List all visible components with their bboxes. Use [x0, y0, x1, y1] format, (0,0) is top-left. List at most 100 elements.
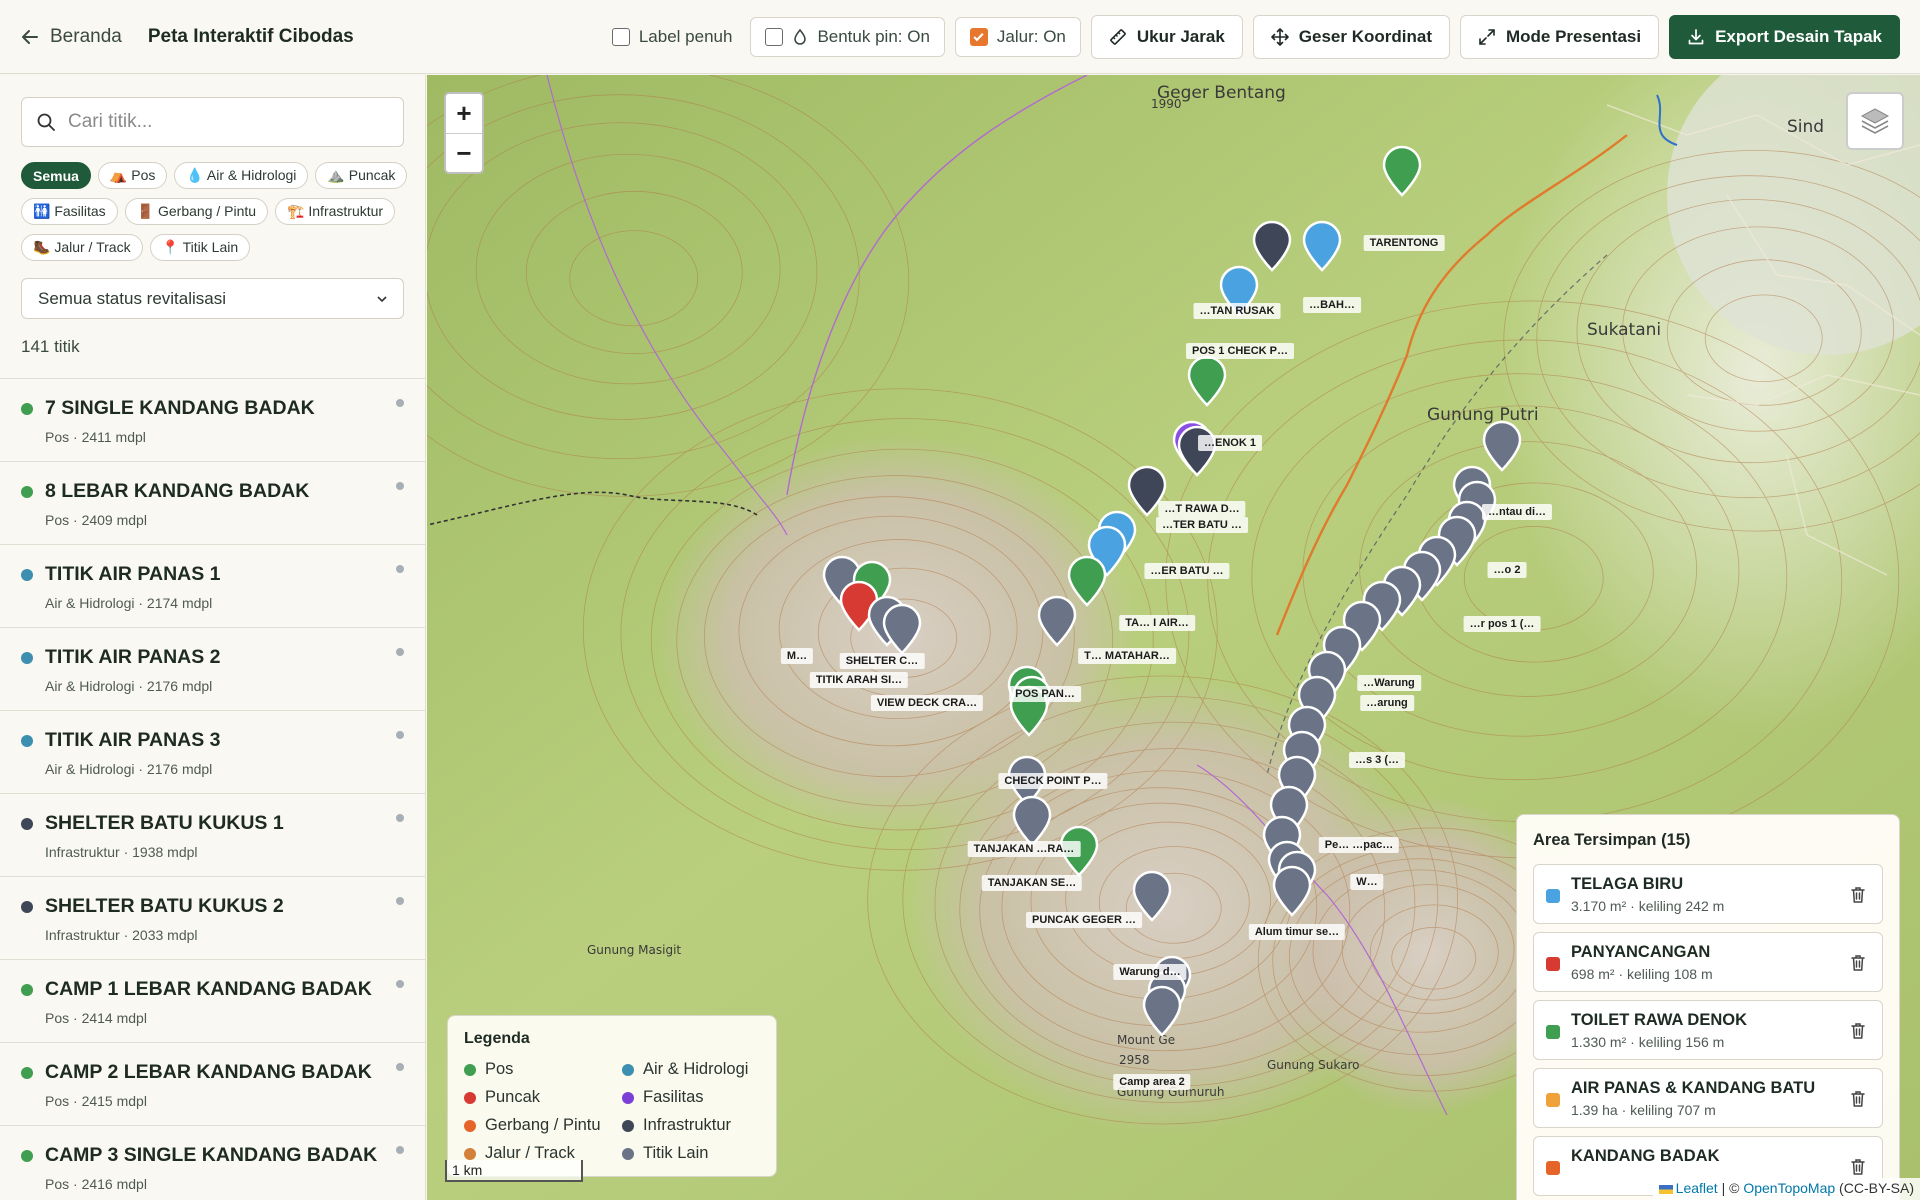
map-pin-icon[interactable]	[1382, 145, 1422, 197]
chip-water[interactable]: 💧 Air & Hidrologi	[174, 162, 309, 189]
marker-label[interactable]: TANJAKAN SE…	[981, 875, 1083, 891]
search-box[interactable]	[21, 97, 404, 147]
list-item[interactable]: CAMP 3 SINGLE KANDANG BADAK Pos · 2416 md…	[0, 1126, 425, 1200]
trash-icon[interactable]	[1848, 1089, 1868, 1109]
point-meta: Pos · 2414 mdpl	[45, 1010, 147, 1026]
marker-label[interactable]: TANJAKAN …RA…	[967, 841, 1081, 857]
layers-button[interactable]	[1846, 92, 1904, 150]
opentopomap-link[interactable]: OpenTopoMap	[1743, 1180, 1835, 1196]
list-item[interactable]: CAMP 2 LEBAR KANDANG BADAK Pos · 2415 mdp…	[0, 1043, 425, 1126]
toggle-full-label[interactable]: Label penuh	[604, 27, 741, 47]
arrow-left-icon	[22, 29, 38, 44]
category-dot	[21, 1067, 33, 1079]
marker-label[interactable]: …T RAWA D…	[1158, 501, 1246, 517]
list-item[interactable]: TITIK AIR PANAS 2 Air & Hidrologi · 2176 …	[0, 628, 425, 711]
zoom-in-button[interactable]: +	[446, 94, 482, 133]
marker-label[interactable]: TA… I AIR…	[1119, 615, 1195, 631]
map-pin-icon[interactable]	[1142, 985, 1182, 1037]
list-item[interactable]: 8 LEBAR KANDANG BADAK Pos · 2409 mdpl	[0, 462, 425, 545]
list-item[interactable]: TITIK AIR PANAS 3 Air & Hidrologi · 2176 …	[0, 711, 425, 794]
marker-label[interactable]: …s 3 (…	[1348, 752, 1406, 768]
marker-label[interactable]: TITIK ARAH SI…	[809, 672, 909, 688]
map-pin-icon[interactable]	[1037, 595, 1077, 647]
marker-label[interactable]: Camp area 2	[1113, 1074, 1191, 1090]
marker-label[interactable]: W…	[1350, 874, 1384, 890]
marker-label[interactable]: …ntau di…	[1481, 504, 1553, 520]
map-pin-icon[interactable]	[882, 603, 922, 655]
measure-distance-button[interactable]: Ukur Jarak	[1090, 14, 1243, 59]
chip-other[interactable]: 📍 Titik Lain	[149, 234, 251, 261]
checkbox-pin-shape[interactable]	[765, 27, 784, 46]
trash-icon[interactable]	[1848, 953, 1868, 973]
export-site-design-button[interactable]: Export Desain Tapak	[1669, 14, 1900, 59]
locate-dot-icon[interactable]	[396, 980, 404, 988]
chip-facilities[interactable]: 🚻 Fasilitas	[21, 198, 118, 225]
chip-pos[interactable]: ⛺ Pos	[97, 162, 168, 189]
list-item[interactable]: SHELTER BATU KUKUS 1 Infrastruktur · 1938…	[0, 794, 425, 877]
list-item[interactable]: TITIK AIR PANAS 1 Air & Hidrologi · 2174 …	[0, 545, 425, 628]
trash-icon[interactable]	[1848, 885, 1868, 905]
locate-dot-icon[interactable]	[396, 565, 404, 573]
locate-dot-icon[interactable]	[396, 1063, 404, 1071]
map-pin-icon[interactable]	[1177, 425, 1217, 477]
marker-label[interactable]: …BAH…	[1303, 297, 1361, 313]
chip-all[interactable]: Semua	[21, 162, 91, 189]
marker-label[interactable]: VIEW DECK CRA…	[870, 695, 984, 711]
leaflet-link[interactable]: Leaflet	[1676, 1180, 1718, 1196]
saved-area-item[interactable]: AIR PANAS & KANDANG BATU 1.39 ha · kelili…	[1533, 1068, 1883, 1128]
map-pin-icon[interactable]	[1012, 795, 1052, 847]
chip-gate[interactable]: 🚪 Gerbang / Pintu	[124, 198, 269, 225]
zoom-out-button[interactable]: −	[446, 133, 482, 172]
status-filter-select[interactable]: Semua status revitalisasi	[21, 278, 404, 319]
list-item[interactable]: SHELTER BATU KUKUS 2 Infrastruktur · 2033…	[0, 877, 425, 960]
locate-dot-icon[interactable]	[396, 731, 404, 739]
toggle-trail[interactable]: Jalur: On	[954, 16, 1081, 57]
marker-label[interactable]: …o 2	[1487, 562, 1527, 578]
checkbox-trail[interactable]	[969, 27, 988, 46]
locate-dot-icon[interactable]	[396, 897, 404, 905]
shift-coordinates-button[interactable]: Geser Koordinat	[1252, 14, 1450, 59]
list-item[interactable]: 7 SINGLE KANDANG BADAK Pos · 2411 mdpl	[0, 379, 425, 462]
marker-label[interactable]: M…	[780, 648, 814, 664]
marker-label[interactable]: Warung d…	[1113, 964, 1187, 980]
toggle-pin-shape[interactable]: Bentuk pin: On	[750, 16, 945, 57]
marker-label[interactable]: …arung	[1360, 695, 1414, 711]
chip-infrastructure[interactable]: 🏗️ Infrastruktur	[275, 198, 396, 225]
saved-area-item[interactable]: TOILET RAWA DENOK 1.330 m² · keliling 156…	[1533, 1000, 1883, 1060]
marker-label[interactable]: …TAN RUSAK	[1193, 303, 1281, 319]
locate-dot-icon[interactable]	[396, 399, 404, 407]
marker-label[interactable]: Alum timur se…	[1248, 924, 1346, 940]
marker-label[interactable]: SHELTER C…	[839, 653, 925, 669]
marker-label[interactable]: TARENTONG	[1363, 235, 1445, 251]
map-view[interactable]: Geger Bentang Gunung Putri Sukatani Sind Gun…	[427, 75, 1920, 1200]
saved-area-item[interactable]: PANYANCANGAN 698 m² · keliling 108 m	[1533, 932, 1883, 992]
map-pin-icon[interactable]	[1272, 865, 1312, 917]
marker-label[interactable]: …Warung	[1357, 675, 1421, 691]
chip-track[interactable]: 🥾 Jalur / Track	[21, 234, 143, 261]
marker-label[interactable]: …ER BATU …	[1144, 563, 1230, 579]
locate-dot-icon[interactable]	[396, 1146, 404, 1154]
back-link[interactable]: Beranda	[20, 26, 122, 48]
map-pin-icon[interactable]	[1302, 220, 1342, 272]
marker-label[interactable]: …r pos 1 (…	[1463, 616, 1541, 632]
marker-label[interactable]: PUNCAK GEGER …	[1026, 912, 1142, 928]
trash-icon[interactable]	[1848, 1021, 1868, 1041]
list-item[interactable]: CAMP 1 LEBAR KANDANG BADAK Pos · 2414 mdp…	[0, 960, 425, 1043]
trash-icon[interactable]	[1848, 1157, 1868, 1177]
saved-area-item[interactable]: TELAGA BIRU 3.170 m² · keliling 242 m	[1533, 864, 1883, 924]
checkbox-full-label[interactable]	[611, 27, 630, 46]
marker-label[interactable]: CHECK POINT P…	[998, 773, 1108, 789]
marker-label[interactable]: Pe… …pac…	[1318, 837, 1400, 853]
chip-summit[interactable]: ⛰️ Puncak	[315, 162, 408, 189]
marker-label[interactable]: POS PAN…	[1009, 686, 1081, 702]
locate-dot-icon[interactable]	[396, 482, 404, 490]
locate-dot-icon[interactable]	[396, 814, 404, 822]
map-pin-icon[interactable]	[1187, 355, 1227, 407]
marker-label[interactable]: …ENOK 1	[1198, 435, 1262, 451]
marker-label[interactable]: T… MATAHAR…	[1078, 648, 1176, 664]
locate-dot-icon[interactable]	[396, 648, 404, 656]
search-input[interactable]	[68, 111, 388, 133]
marker-label[interactable]: POS 1 CHECK P…	[1186, 343, 1294, 359]
presentation-mode-button[interactable]: Mode Presentasi	[1459, 14, 1660, 59]
marker-label[interactable]: …TER BATU …	[1156, 517, 1248, 533]
